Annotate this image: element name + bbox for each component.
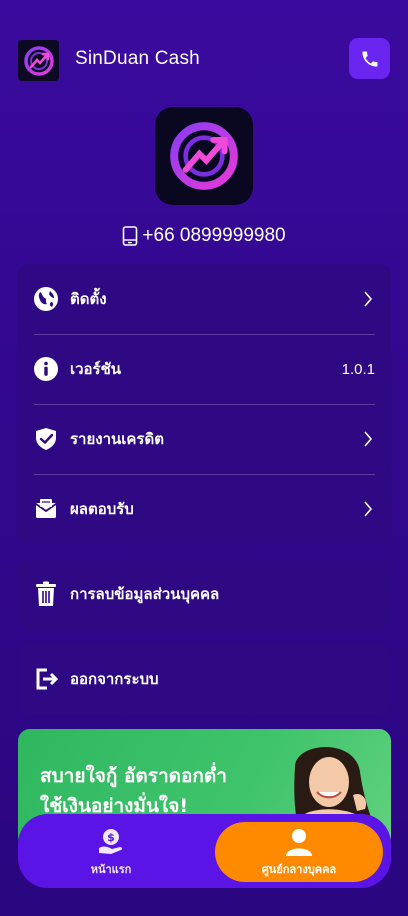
- logout-icon: [32, 665, 60, 693]
- phone-icon: [362, 51, 377, 66]
- delete-data-button[interactable]: การลบข้อมูลส่วนบุคคล: [18, 559, 391, 629]
- delete-data-label: การลบข้อมูลส่วนบุคคล: [70, 585, 220, 603]
- logout-label: ออกจากระบบ: [70, 670, 159, 688]
- chevron-right-icon: [361, 291, 375, 307]
- shield-check-icon: [32, 425, 60, 453]
- nav-center-label: ศูนย์กลางบุคคล: [261, 862, 337, 876]
- menu-item-label: ติดตั้ง: [70, 290, 107, 308]
- menu-item-feedback[interactable]: ผลตอบรับ: [18, 474, 391, 544]
- logout-card[interactable]: ออกจากระบบ: [18, 644, 391, 714]
- chevron-right-icon: [361, 431, 375, 447]
- menu-item-label: รายงานเครดิต: [70, 430, 164, 448]
- banner-text: สบายใจกู้ อัตราดอกต่ำ ใช้เงินอย่างมั่นใจ…: [40, 761, 227, 821]
- call-button[interactable]: [349, 38, 390, 79]
- mobile-icon: [123, 226, 138, 246]
- settings-menu: ติดตั้ง เวอร์ชัน 1.0.1 รายงานเครดิต ผลตอ…: [18, 264, 391, 544]
- info-icon: [32, 355, 60, 383]
- phone-number-line: +66 0899999980: [0, 225, 408, 247]
- phone-number: +66 0899999980: [142, 225, 286, 246]
- app-logo-large: [155, 107, 253, 205]
- chevron-right-icon: [361, 501, 375, 517]
- app-logo: [18, 40, 59, 81]
- app-logo-icon: [23, 45, 54, 76]
- menu-item-install[interactable]: ติดตั้ง: [18, 264, 391, 334]
- menu-item-credit-report[interactable]: รายงานเครดิต: [18, 404, 391, 474]
- nav-home-label: หน้าแรก: [90, 863, 132, 876]
- nav-home-tab[interactable]: $ หน้าแรก: [58, 824, 164, 880]
- delete-data-card[interactable]: การลบข้อมูลส่วนบุคคล: [18, 559, 391, 629]
- trash-icon: [32, 580, 60, 608]
- bottom-navigation: $ หน้าแรก ศูนย์กลางบุคคล: [18, 814, 391, 888]
- app-header: SinDuan Cash: [18, 38, 390, 81]
- logout-button[interactable]: ออกจากระบบ: [18, 644, 391, 714]
- menu-item-label: ผลตอบรับ: [70, 500, 134, 518]
- home-coin-hand-icon: $: [99, 829, 123, 854]
- app-title: SinDuan Cash: [75, 48, 200, 69]
- version-value: 1.0.1: [341, 360, 375, 378]
- envelope-icon: [32, 495, 60, 523]
- globe-icon: [32, 285, 60, 313]
- user-icon: [286, 828, 312, 856]
- menu-item-version: เวอร์ชัน 1.0.1: [18, 334, 391, 404]
- svg-text:$: $: [107, 831, 115, 844]
- menu-item-label: เวอร์ชัน: [70, 360, 122, 378]
- nav-personal-center-tab[interactable]: ศูนย์กลางบุคคล: [215, 822, 383, 882]
- growth-logo-icon: [170, 122, 238, 190]
- banner-line-1: สบายใจกู้ อัตราดอกต่ำ: [40, 765, 227, 787]
